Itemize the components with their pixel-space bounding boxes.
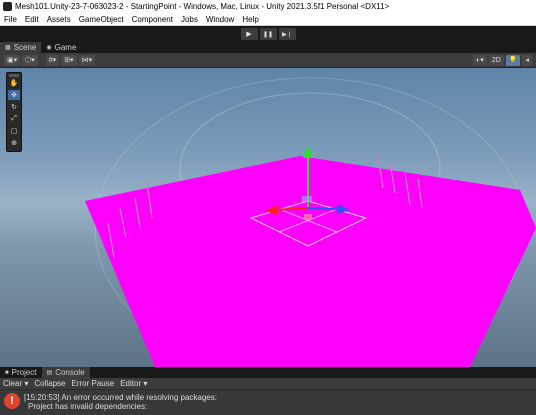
tab-game[interactable]: ◉ Game [41, 42, 81, 53]
mode-2d-label: 2D [491, 56, 501, 64]
folder-icon: ■ [5, 369, 9, 376]
increment-snap-dropdown[interactable]: ⋈▾ [78, 54, 96, 66]
collapse-button[interactable]: Collapse [34, 379, 65, 388]
editor-dropdown[interactable]: Editor ▾ [120, 379, 147, 388]
play-icon: ▶ [246, 31, 252, 38]
scene-icon: ▦ [5, 45, 11, 51]
error-line-1: [15:20:53] An error occurred while resol… [24, 393, 217, 402]
gizmo-z-axis[interactable] [307, 207, 339, 210]
transform-icon: ⊕ [11, 140, 17, 147]
tab-console-label: Console [55, 368, 85, 377]
title-bar: Mesh101.Unity-23-7-063023-2 - StartingPo… [0, 0, 536, 13]
scene-toolbar: ▣▾ ⬡▾ #▾ ⊞▾ ⋈▾ ◐▾ 2D 💡 ◂ [0, 53, 536, 68]
menu-window[interactable]: Window [206, 15, 234, 24]
play-button[interactable]: ▶ [240, 28, 258, 40]
clear-button[interactable]: Clear ▾ [3, 379, 28, 388]
plane-mesh[interactable] [85, 156, 536, 367]
menu-gameobject[interactable]: GameObject [79, 15, 124, 24]
draw-mode-dropdown[interactable]: ▣▾ [4, 54, 21, 66]
console-icon: ▤ [46, 370, 53, 376]
hand-tool[interactable]: ✋ [8, 78, 20, 88]
step-icon: ▶❘ [282, 31, 292, 38]
gizmo-y-arrow[interactable] [303, 145, 313, 158]
shaded-icon: ▣▾ [7, 57, 18, 64]
menu-file[interactable]: File [4, 15, 17, 24]
gizmo-plane-handle-xz[interactable] [304, 214, 312, 220]
mode-2d-button[interactable]: 2D [488, 54, 504, 66]
pause-icon: ❚❚ [262, 31, 274, 38]
error-line-2: Project has invalid dependencies: [28, 402, 148, 411]
rect-icon: ▢ [10, 128, 18, 135]
console-toolbar: Clear ▾ Collapse Error Pause Editor ▾ [0, 378, 536, 390]
hand-icon: ✋ [9, 80, 19, 87]
pause-button[interactable]: ❚❚ [259, 28, 277, 40]
step-button[interactable]: ▶❘ [278, 28, 296, 40]
error-message: [15:20:53] An error occurred while resol… [24, 393, 217, 411]
render-mode-dropdown[interactable]: ⬡▾ [22, 54, 38, 66]
cube-icon: ⬡▾ [25, 57, 35, 64]
chevron-down-icon: ▾ [143, 379, 148, 388]
menu-assets[interactable]: Assets [47, 15, 71, 24]
error-icon: ! [4, 393, 20, 409]
grid-dropdown[interactable]: ⊞▾ [61, 54, 77, 66]
light-bulb-icon: 💡 [508, 57, 518, 64]
gizmo-plane-handle[interactable] [302, 196, 312, 202]
tab-scene-label: Scene [13, 43, 37, 52]
tool-palette: ✋ ✥ ↻ ⤢ ▢ ⊕ [6, 72, 22, 152]
tab-project[interactable]: ■ Project [0, 367, 42, 378]
snap-increment-icon: ⋈▾ [81, 57, 93, 64]
speaker-icon: ◂ [525, 57, 529, 64]
transform-tool[interactable]: ⊕ [8, 138, 20, 148]
view-tabs: ▦ Scene ◉ Game [0, 42, 536, 53]
menu-edit[interactable]: Edit [25, 15, 39, 24]
audio-toggle[interactable]: ◂ [522, 54, 532, 66]
move-icon: ✥ [11, 92, 17, 99]
rotate-icon: ↻ [11, 104, 17, 111]
menu-component[interactable]: Component [132, 15, 173, 24]
rotate-tool[interactable]: ↻ [8, 102, 20, 112]
tab-scene[interactable]: ▦ Scene [0, 42, 42, 53]
move-tool[interactable]: ✥ [8, 90, 20, 100]
console-log: ! [15:20:53] An error occurred while res… [0, 390, 536, 415]
grid-snap-icon: #▾ [48, 57, 57, 64]
menu-jobs[interactable]: Jobs [181, 15, 198, 24]
snap-toggle[interactable]: #▾ [45, 54, 60, 66]
menu-help[interactable]: Help [242, 15, 258, 24]
tab-game-label: Game [54, 43, 77, 52]
log-entry[interactable]: ! [15:20:53] An error occurred while res… [0, 390, 536, 414]
grid-icon: ⊞▾ [64, 57, 74, 64]
chevron-down-icon: ▾ [24, 379, 29, 388]
scale-icon: ⤢ [11, 115, 17, 122]
editor-label: Editor [120, 379, 142, 388]
bottom-tabs: ■ Project ▤ Console [0, 367, 536, 378]
tab-project-label: Project [11, 368, 37, 377]
error-pause-button[interactable]: Error Pause [72, 379, 115, 388]
game-icon: ◉ [46, 45, 52, 51]
play-toolbar: ▶ ❚❚ ▶❘ [0, 26, 536, 42]
menu-bar: File Edit Assets GameObject Component Jo… [0, 13, 536, 26]
scene-viewport[interactable] [0, 68, 536, 367]
lighting-dropdown[interactable]: ◐▾ [473, 54, 487, 66]
tab-console[interactable]: ▤ Console [41, 367, 90, 378]
scale-tool[interactable]: ⤢ [8, 114, 20, 124]
palette-grip[interactable] [9, 74, 19, 77]
clear-label: Clear [3, 379, 23, 388]
lighting-toggle[interactable]: 💡 [505, 54, 521, 66]
window-title: Mesh101.Unity-23-7-063023-2 - StartingPo… [15, 2, 390, 11]
rect-tool[interactable]: ▢ [8, 126, 20, 136]
unity-logo-icon [3, 2, 12, 11]
scene-canvas [85, 77, 536, 367]
sphere-icon: ◐▾ [476, 57, 484, 64]
